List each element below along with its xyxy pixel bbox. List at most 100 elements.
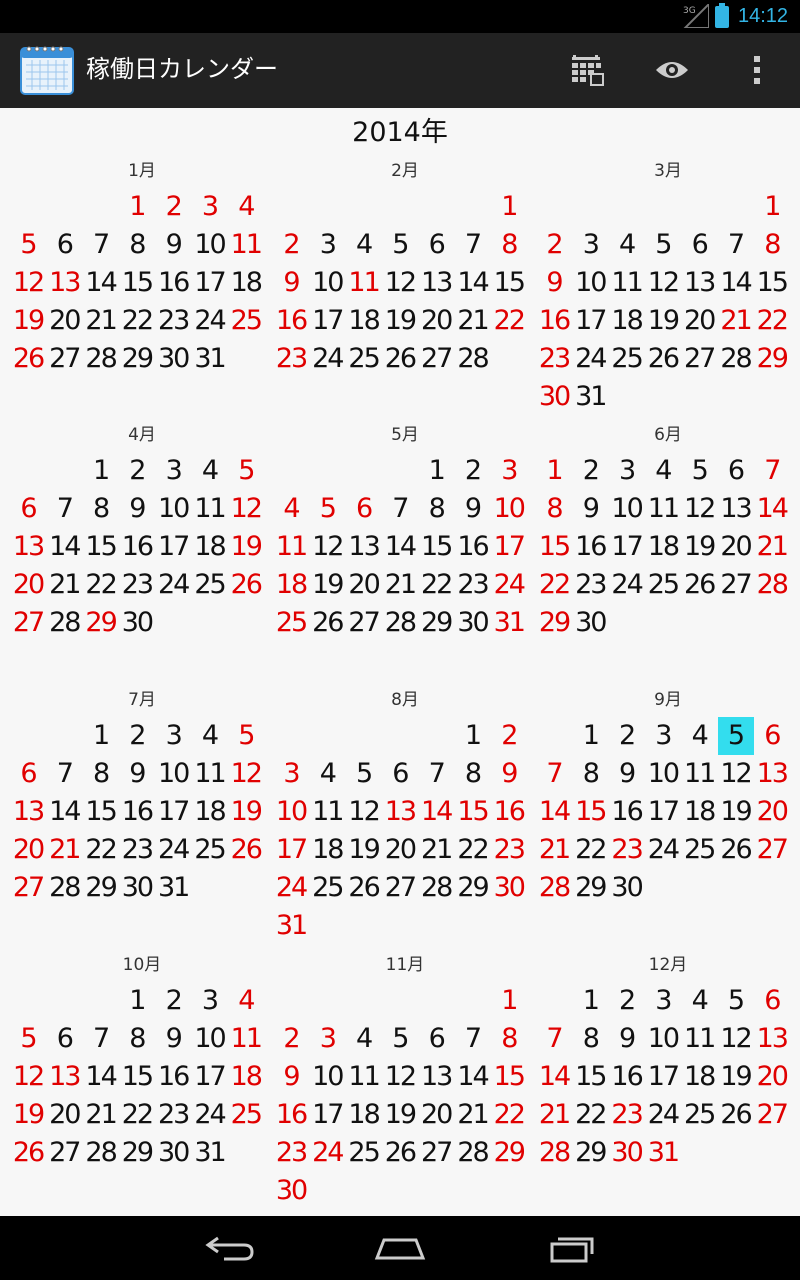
day-cell[interactable]: 10 <box>645 755 681 793</box>
day-cell[interactable]: 17 <box>192 264 228 302</box>
day-cell[interactable]: 21 <box>382 566 418 604</box>
day-cell[interactable]: 6 <box>382 755 418 793</box>
day-cell[interactable]: 31 <box>645 1134 681 1172</box>
day-cell[interactable]: 27 <box>10 604 46 642</box>
day-cell[interactable]: 14 <box>754 490 790 528</box>
day-cell[interactable]: 27 <box>754 831 790 869</box>
day-cell[interactable]: 10 <box>309 1058 345 1096</box>
day-cell[interactable]: 12 <box>346 793 382 831</box>
day-cell[interactable]: 24 <box>491 566 527 604</box>
day-cell[interactable]: 25 <box>645 566 681 604</box>
day-cell[interactable]: 9 <box>273 264 309 302</box>
day-cell[interactable]: 24 <box>309 1134 345 1172</box>
day-cell[interactable]: 15 <box>418 528 454 566</box>
day-cell[interactable]: 1 <box>455 717 491 755</box>
recents-button[interactable] <box>527 1222 617 1274</box>
day-cell[interactable]: 14 <box>455 1058 491 1096</box>
day-cell[interactable]: 24 <box>155 566 191 604</box>
day-cell[interactable]: 8 <box>572 755 608 793</box>
day-cell[interactable]: 22 <box>572 1096 608 1134</box>
day-cell[interactable]: 4 <box>228 188 264 226</box>
day-cell[interactable]: 16 <box>491 793 527 831</box>
day-cell[interactable]: 20 <box>10 566 46 604</box>
day-cell[interactable]: 29 <box>536 604 572 642</box>
day-cell[interactable]: 25 <box>192 566 228 604</box>
day-cell[interactable]: 7 <box>536 755 572 793</box>
day-cell[interactable]: 3 <box>309 226 345 264</box>
day-cell[interactable]: 11 <box>309 793 345 831</box>
day-cell[interactable]: 9 <box>273 1058 309 1096</box>
day-cell[interactable]: 22 <box>754 302 790 340</box>
day-cell[interactable]: 21 <box>536 831 572 869</box>
day-cell[interactable]: 19 <box>382 302 418 340</box>
day-cell-today[interactable]: 5 <box>717 717 754 755</box>
day-cell[interactable]: 7 <box>46 490 82 528</box>
day-cell[interactable]: 26 <box>645 340 681 378</box>
day-cell[interactable]: 14 <box>46 793 82 831</box>
day-cell[interactable]: 13 <box>46 1058 82 1096</box>
day-cell[interactable]: 24 <box>273 869 309 907</box>
day-cell[interactable]: 28 <box>46 604 82 642</box>
day-cell[interactable]: 6 <box>718 452 754 490</box>
day-cell[interactable]: 13 <box>681 264 717 302</box>
day-cell[interactable]: 13 <box>10 793 46 831</box>
day-cell[interactable]: 17 <box>572 302 608 340</box>
day-cell[interactable]: 10 <box>491 490 527 528</box>
day-cell[interactable]: 8 <box>83 490 119 528</box>
day-cell[interactable]: 30 <box>609 869 645 907</box>
day-cell[interactable]: 10 <box>192 226 228 264</box>
day-cell[interactable]: 10 <box>645 1020 681 1058</box>
day-cell[interactable]: 18 <box>681 1058 717 1096</box>
day-cell[interactable]: 28 <box>46 869 82 907</box>
day-cell[interactable]: 23 <box>273 340 309 378</box>
day-cell[interactable]: 3 <box>155 452 191 490</box>
day-cell[interactable]: 3 <box>609 452 645 490</box>
day-cell[interactable]: 6 <box>10 490 46 528</box>
day-cell[interactable]: 2 <box>155 188 191 226</box>
day-cell[interactable]: 7 <box>46 755 82 793</box>
home-button[interactable] <box>355 1222 445 1274</box>
day-cell[interactable]: 22 <box>536 566 572 604</box>
calendar-grid-button[interactable] <box>558 40 618 100</box>
day-cell[interactable]: 28 <box>536 1134 572 1172</box>
day-cell[interactable]: 19 <box>228 793 264 831</box>
day-cell[interactable]: 8 <box>455 755 491 793</box>
day-cell[interactable]: 30 <box>155 1134 191 1172</box>
day-cell[interactable]: 29 <box>572 1134 608 1172</box>
day-cell[interactable]: 7 <box>382 490 418 528</box>
day-cell[interactable]: 28 <box>83 1134 119 1172</box>
day-cell[interactable]: 14 <box>718 264 754 302</box>
day-cell[interactable]: 14 <box>536 1058 572 1096</box>
day-cell[interactable]: 1 <box>572 717 608 755</box>
day-cell[interactable]: 19 <box>10 1096 46 1134</box>
day-cell[interactable]: 30 <box>609 1134 645 1172</box>
day-cell[interactable]: 21 <box>754 528 790 566</box>
day-cell[interactable]: 22 <box>572 831 608 869</box>
day-cell[interactable]: 16 <box>609 1058 645 1096</box>
day-cell[interactable]: 6 <box>46 226 82 264</box>
day-cell[interactable]: 4 <box>309 755 345 793</box>
day-cell[interactable]: 24 <box>192 302 228 340</box>
day-cell[interactable]: 21 <box>455 302 491 340</box>
day-cell[interactable]: 16 <box>155 1058 191 1096</box>
day-cell[interactable]: 11 <box>192 490 228 528</box>
day-cell[interactable]: 8 <box>491 1020 527 1058</box>
day-cell[interactable]: 31 <box>155 869 191 907</box>
day-cell[interactable]: 27 <box>346 604 382 642</box>
day-cell[interactable]: 4 <box>681 982 717 1020</box>
day-cell[interactable]: 7 <box>455 226 491 264</box>
day-cell[interactable]: 17 <box>273 831 309 869</box>
day-cell[interactable]: 26 <box>718 1096 754 1134</box>
day-cell[interactable]: 28 <box>718 340 754 378</box>
day-cell[interactable]: 5 <box>645 226 681 264</box>
day-cell[interactable]: 17 <box>309 302 345 340</box>
day-cell[interactable]: 10 <box>155 490 191 528</box>
day-cell[interactable]: 10 <box>192 1020 228 1058</box>
day-cell[interactable]: 9 <box>536 264 572 302</box>
day-cell[interactable]: 13 <box>46 264 82 302</box>
day-cell[interactable]: 6 <box>754 717 790 755</box>
day-cell[interactable]: 24 <box>192 1096 228 1134</box>
day-cell[interactable]: 24 <box>572 340 608 378</box>
day-cell[interactable]: 30 <box>491 869 527 907</box>
day-cell[interactable]: 3 <box>273 755 309 793</box>
